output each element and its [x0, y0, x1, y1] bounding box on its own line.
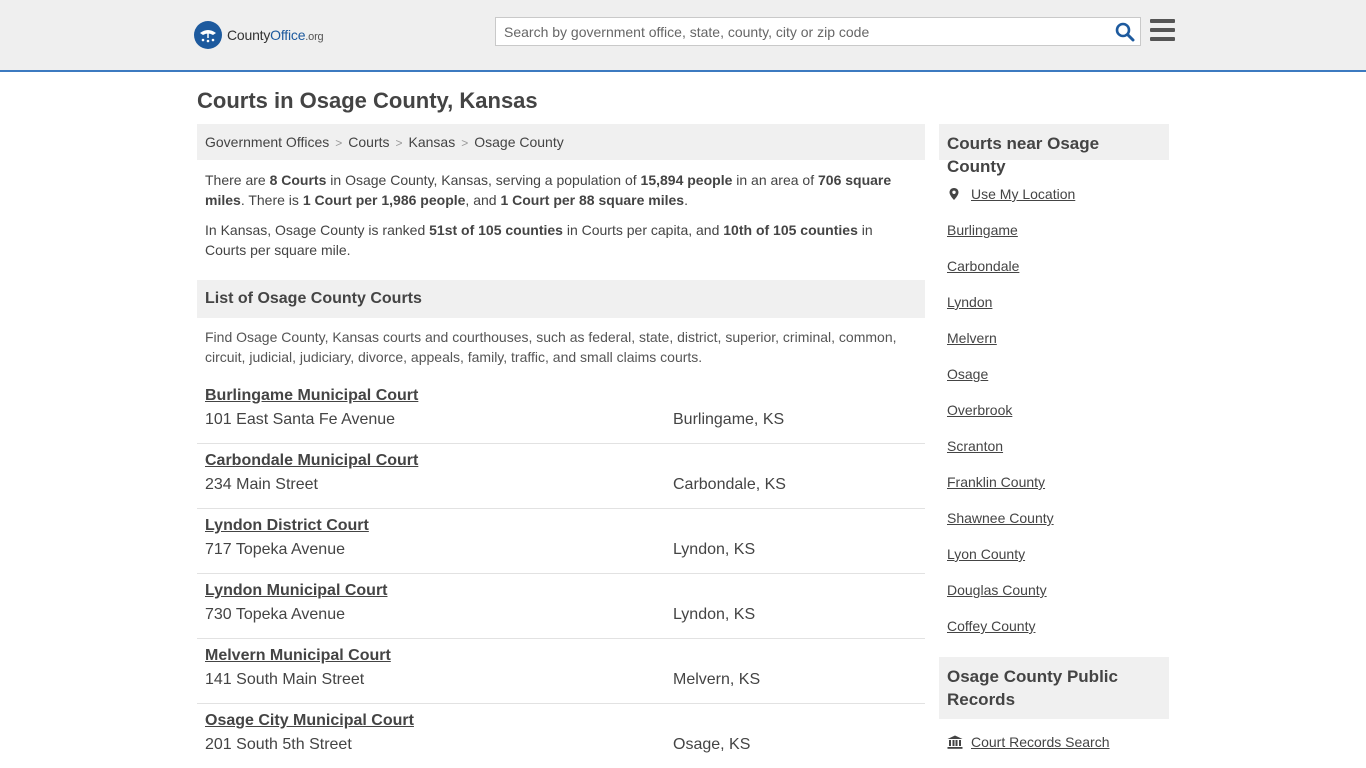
hamburger-menu-icon[interactable] [1150, 19, 1175, 41]
nearby-item: Coffey County [947, 608, 1167, 644]
search-input[interactable] [496, 18, 1096, 45]
court-city: Melvern, KS [673, 671, 761, 688]
court-address: 201 South 5th Street [205, 736, 352, 753]
nearby-item: Shawnee County [947, 500, 1167, 536]
nearby-item: Overbrook [947, 392, 1167, 428]
court-address: 717 Topeka Avenue [205, 541, 345, 558]
court-link[interactable]: Burlingame Municipal Court [205, 387, 418, 405]
logo-text: CountyOffice.org [227, 27, 324, 43]
nearby-link-scranton[interactable]: Scranton [947, 438, 1003, 454]
page-title: Courts in Osage County, Kansas [197, 88, 538, 113]
nearby-item: Lyndon [947, 284, 1167, 320]
court-row: Melvern Municipal Court 141 South Main S… [197, 639, 925, 704]
court-link[interactable]: Lyndon District Court [205, 517, 369, 535]
records-item: Court Records Search [947, 734, 1110, 750]
nearby-link-shawnee-county[interactable]: Shawnee County [947, 510, 1054, 526]
chevron-right-icon: > [461, 136, 469, 150]
nearby-item: Franklin County [947, 464, 1167, 500]
court-address: 730 Topeka Avenue [205, 606, 345, 623]
summary-counts: There are 8 Courts in Osage County, Kans… [205, 172, 892, 208]
nearby-link-osage[interactable]: Osage [947, 366, 988, 382]
nearby-courts-heading: Courts near Osage County [939, 124, 1169, 176]
court-row: Carbondale Municipal Court 234 Main Stre… [197, 444, 925, 509]
nearby-link-douglas-county[interactable]: Douglas County [947, 582, 1047, 598]
nearby-item: Burlingame [947, 212, 1167, 248]
breadcrumb-osage-county[interactable]: Osage County [474, 134, 564, 150]
breadcrumb-courts[interactable]: Courts [348, 134, 389, 150]
nearby-link-carbondale[interactable]: Carbondale [947, 258, 1019, 274]
site-logo[interactable]: CountyOffice.org [194, 21, 324, 49]
nearby-link-melvern[interactable]: Melvern [947, 330, 997, 346]
breadcrumb: Government Offices > Courts > Kansas > Osage C… [197, 124, 925, 160]
courts-list: Burlingame Municipal Court 101 East Sant… [197, 379, 925, 768]
courts-list-description: Find Osage County, Kansas courts and cou… [205, 329, 897, 365]
court-city: Carbondale, KS [673, 476, 786, 493]
court-address: 234 Main Street [205, 476, 318, 493]
court-row: Burlingame Municipal Court 101 East Sant… [197, 379, 925, 444]
court-link[interactable]: Osage City Municipal Court [205, 712, 414, 730]
nearby-link-franklin-county[interactable]: Franklin County [947, 474, 1045, 490]
courthouse-icon [947, 735, 963, 749]
public-records-heading: Osage County Public Records [939, 657, 1169, 719]
court-city: Lyndon, KS [673, 606, 756, 623]
breadcrumb-government-offices[interactable]: Government Offices [205, 134, 329, 150]
chevron-right-icon: > [335, 136, 343, 150]
court-link[interactable]: Carbondale Municipal Court [205, 452, 418, 470]
nearby-item: Douglas County [947, 572, 1167, 608]
breadcrumb-kansas[interactable]: Kansas [409, 134, 456, 150]
nearby-item: Carbondale [947, 248, 1167, 284]
court-row: Osage City Municipal Court 201 South 5th… [197, 704, 925, 768]
court-address: 141 South Main Street [205, 671, 365, 688]
nearby-link-overbrook[interactable]: Overbrook [947, 402, 1012, 418]
use-my-location-link[interactable]: Use My Location [971, 186, 1075, 202]
court-address: 101 East Santa Fe Avenue [205, 411, 396, 428]
court-link[interactable]: Melvern Municipal Court [205, 647, 391, 665]
nearby-link-burlingame[interactable]: Burlingame [947, 222, 1018, 238]
seal-logo-icon [194, 21, 222, 49]
use-location-item: Use My Location [947, 176, 1167, 212]
nearby-item: Melvern [947, 320, 1167, 356]
nearby-link-lyon-county[interactable]: Lyon County [947, 546, 1025, 562]
site-header: CountyOffice.org [0, 0, 1366, 72]
nearby-item: Osage [947, 356, 1167, 392]
court-city: Lyndon, KS [673, 541, 756, 558]
court-records-search-link[interactable]: Court Records Search [971, 734, 1110, 750]
chevron-right-icon: > [395, 136, 403, 150]
court-row: Lyndon District Court 717 Topeka Avenue … [197, 509, 925, 574]
court-city: Burlingame, KS [673, 411, 785, 428]
nearby-item: Scranton [947, 428, 1167, 464]
search-box [495, 17, 1141, 46]
nearby-courts-list: Use My Location Burlingame Carbondale Ly… [947, 176, 1167, 644]
nearby-item: Lyon County [947, 536, 1167, 572]
court-row: Lyndon Municipal Court 730 Topeka Avenue… [197, 574, 925, 639]
map-pin-icon [949, 188, 959, 200]
search-icon[interactable] [1115, 22, 1135, 42]
nearby-link-coffey-county[interactable]: Coffey County [947, 618, 1035, 634]
county-summary: There are 8 Courts in Osage County, Kans… [205, 170, 917, 270]
court-link[interactable]: Lyndon Municipal Court [205, 582, 388, 600]
court-city: Osage, KS [673, 736, 751, 753]
courts-list-heading: List of Osage County Courts [197, 280, 925, 318]
summary-ranking: In Kansas, Osage County is ranked 51st o… [205, 222, 873, 258]
nearby-link-lyndon[interactable]: Lyndon [947, 294, 992, 310]
